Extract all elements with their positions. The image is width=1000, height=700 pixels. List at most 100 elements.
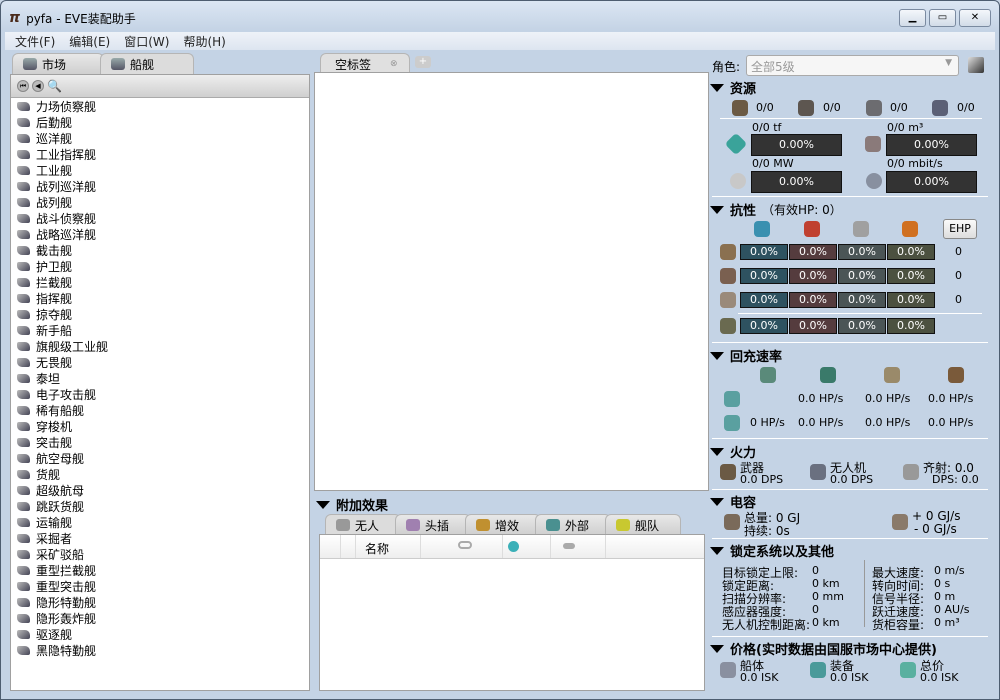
price-header[interactable]: 价格(实时数据由国服市场中心提供) [710,639,992,658]
search-icon[interactable]: 🔍 [47,79,62,93]
ship-group-item[interactable]: 截击舰 [11,242,309,258]
fitting-area[interactable] [314,72,709,491]
ship-group-item[interactable]: 黑隐特勤舰 [11,642,309,658]
ship-group-item[interactable]: 战列舰 [11,194,309,210]
resources-header[interactable]: 资源 [710,78,992,97]
maximize-button[interactable]: ▭ [929,9,956,27]
menu-window[interactable]: 窗口(W) [124,33,169,50]
section-title: 价格(实时数据由国服市场中心提供) [730,643,937,658]
ship-group-item[interactable]: 突击舰 [11,434,309,450]
first-page-icon[interactable]: ⏮ [17,80,29,92]
volley-icon [903,464,919,480]
column-amount-icon[interactable] [563,543,575,549]
ship-group-item[interactable]: 战略巡洋舰 [11,226,309,242]
ship-group-label: 黑隐特勤舰 [36,643,97,658]
menu-help[interactable]: 帮助(H) [183,33,225,50]
projected-tab[interactable]: 增效 [465,514,541,535]
new-tab-button[interactable]: + [415,56,431,68]
title-bar: π pyfa - EVE装配助手 [9,7,136,29]
character-select[interactable]: 全部5级 ▼ [746,55,959,76]
column-state-icon[interactable] [458,541,472,549]
armor-resist-ex: 0.0% [887,268,935,284]
character-editor-icon[interactable] [968,57,984,73]
ship-group-item[interactable]: 运输舰 [11,514,309,530]
projected-tab[interactable]: 舰队 [605,514,681,535]
ship-group-item[interactable]: 力场侦察舰 [11,98,309,114]
ship-group-item[interactable]: 稀有船舰 [11,402,309,418]
close-button[interactable]: ✕ [959,9,991,27]
ship-group-item[interactable]: 后勤舰 [11,114,309,130]
armor-resist-ki: 0.0% [838,268,886,284]
ship-group-label: 电子攻击舰 [36,387,97,402]
ship-group-label: 掠夺舰 [36,307,73,322]
ship-group-item[interactable]: 旗舰级工业舰 [11,338,309,354]
ship-group-item[interactable]: 指挥舰 [11,290,309,306]
shield-boost-icon [820,367,836,383]
damage-pattern-resist-em: 0.0% [740,318,788,334]
projected-tab-icon [406,519,420,531]
recharge-header[interactable]: 回充速率 [710,346,992,365]
ship-group-item[interactable]: 重型拦截舰 [11,562,309,578]
tab-ships[interactable]: 船舰 [100,53,194,74]
chevron-down-icon: ▼ [945,58,952,68]
ship-group-item[interactable]: 拦截舰 [11,274,309,290]
ship-group-item[interactable]: 电子攻击舰 [11,386,309,402]
stat-value: 0 [812,603,819,616]
ship-group-item[interactable]: 航空母舰 [11,450,309,466]
projected-tab-icon [616,519,630,531]
collapse-icon [316,500,330,509]
ship-group-item[interactable]: 战列巡洋舰 [11,178,309,194]
ship-group-label: 稀有船舰 [36,403,85,418]
ship-group-item[interactable]: 无畏舰 [11,354,309,370]
menu-edit[interactable]: 编辑(E) [69,33,110,50]
menu-bar: 文件(F) 编辑(E) 窗口(W) 帮助(H) [5,32,995,50]
ship-group-item[interactable]: 泰坦 [11,370,309,386]
ship-group-item[interactable]: 巡洋舰 [11,130,309,146]
ship-group-item[interactable]: 货舰 [11,466,309,482]
ship-group-item[interactable]: 工业指挥舰 [11,146,309,162]
ship-group-item[interactable]: 采矿驳船 [11,546,309,562]
ship-group-item[interactable]: 驱逐舰 [11,626,309,642]
tab-label: 增效 [495,518,520,533]
ship-group-item[interactable]: 工业舰 [11,162,309,178]
close-tab-icon[interactable]: ⊗ [390,59,398,69]
minimize-button[interactable]: ▁ [899,9,926,27]
ship-group-item[interactable]: 穿梭机 [11,418,309,434]
tab-empty-fit[interactable]: 空标签 ⊗ [320,53,410,74]
resists-header[interactable]: 抗性 （有效HP: 0） [710,200,992,219]
ship-icon [17,277,30,287]
ship-group-label: 穿梭机 [36,419,73,434]
ship-group-item[interactable]: 采掘者 [11,530,309,546]
ship-group-item[interactable]: 跳跃货舰 [11,498,309,514]
ship-group-item[interactable]: 战斗侦察舰 [11,210,309,226]
projected-tab[interactable]: 头插 [395,514,471,535]
ship-group-item[interactable]: 隐形特勤舰 [11,594,309,610]
ship-group-item[interactable]: 隐形轰炸舰 [11,610,309,626]
projected-tab[interactable]: 外部 [535,514,611,535]
ship-group-item[interactable]: 重型突击舰 [11,578,309,594]
ship-group-item[interactable]: 新手船 [11,322,309,338]
recharge-value: 0 HP/s [750,416,785,429]
ship-icon [17,469,30,479]
ship-group-label: 新手船 [36,323,73,338]
column-name[interactable]: 名称 [365,540,389,557]
drone-bay-icon [866,100,882,116]
menu-file[interactable]: 文件(F) [15,33,55,50]
ehp-toggle-button[interactable]: EHP [943,219,977,239]
tab-market[interactable]: 市场 [12,53,104,74]
collapse-icon [710,351,724,360]
ship-group-label: 工业指挥舰 [36,147,97,162]
ship-group-label: 采掘者 [36,531,73,546]
column-ammo-icon[interactable] [508,541,519,552]
ship-group-item[interactable]: 护卫舰 [11,258,309,274]
projected-tab[interactable]: 无人 [325,514,401,535]
bandwidth-label: 0/0 mbit/s [887,157,943,170]
ship-group-label: 战列舰 [36,195,73,210]
cpu-bar: 0.00% [751,134,842,156]
targeting-header[interactable]: 锁定系统以及其他 [710,541,992,560]
ship-group-item[interactable]: 超级航母 [11,482,309,498]
armor-repair-icon [884,367,900,383]
back-icon[interactable]: ◀ [32,80,44,92]
ship-group-item[interactable]: 掠夺舰 [11,306,309,322]
ship-icon [17,405,30,415]
